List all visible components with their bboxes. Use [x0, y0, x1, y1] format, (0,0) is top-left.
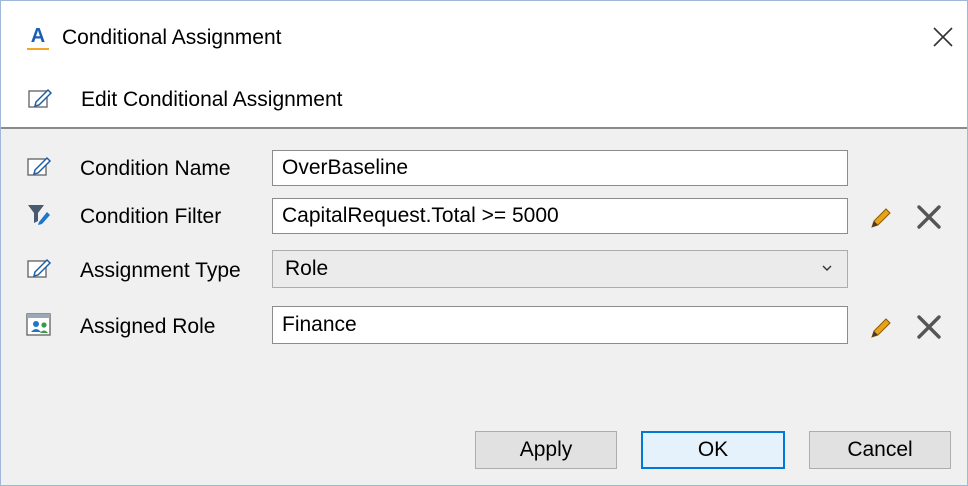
condition-filter-row: Condition Filter — [1, 196, 967, 236]
app-logo-icon: A — [27, 24, 49, 50]
assigned-role-row: Assigned Role — [1, 306, 967, 346]
clear-filter-button[interactable] — [913, 201, 945, 233]
assignment-type-value: Role — [285, 257, 329, 280]
condition-name-input[interactable] — [272, 150, 848, 186]
edit-form-icon — [27, 156, 52, 176]
pencil-icon — [871, 318, 891, 338]
apply-button[interactable]: Apply — [475, 431, 617, 469]
dialog-window: A Conditional Assignment Edit Conditiona… — [0, 0, 968, 486]
condition-filter-input[interactable] — [272, 198, 848, 234]
filter-edit-icon — [28, 205, 50, 225]
condition-filter-label: Condition Filter — [80, 205, 222, 228]
assigned-role-label: Assigned Role — [80, 315, 216, 338]
close-icon — [933, 27, 953, 47]
close-button[interactable] — [929, 23, 957, 51]
role-users-icon — [26, 313, 51, 336]
chevron-down-icon — [822, 265, 832, 271]
edit-filter-button[interactable] — [867, 205, 893, 231]
clear-x-icon — [917, 205, 941, 229]
assignment-type-row: Assignment Type Role — [1, 250, 967, 290]
edit-role-button[interactable] — [867, 315, 893, 341]
title-bar: A Conditional Assignment — [1, 1, 967, 75]
assignment-type-select[interactable]: Role — [272, 250, 848, 288]
ok-button[interactable]: OK — [641, 431, 785, 469]
cancel-button[interactable]: Cancel — [809, 431, 951, 469]
condition-name-row: Condition Name — [1, 148, 967, 188]
assignment-type-label: Assignment Type — [80, 259, 241, 282]
edit-form-icon — [28, 88, 53, 108]
edit-form-icon — [27, 258, 52, 278]
window-title: Conditional Assignment — [62, 26, 282, 49]
clear-role-button[interactable] — [913, 311, 945, 343]
clear-x-icon — [917, 315, 941, 339]
section-title: Edit Conditional Assignment — [81, 88, 343, 111]
assigned-role-input[interactable] — [272, 306, 848, 344]
section-header: Edit Conditional Assignment — [1, 75, 967, 127]
pencil-icon — [871, 208, 891, 228]
condition-name-label: Condition Name — [80, 157, 231, 180]
